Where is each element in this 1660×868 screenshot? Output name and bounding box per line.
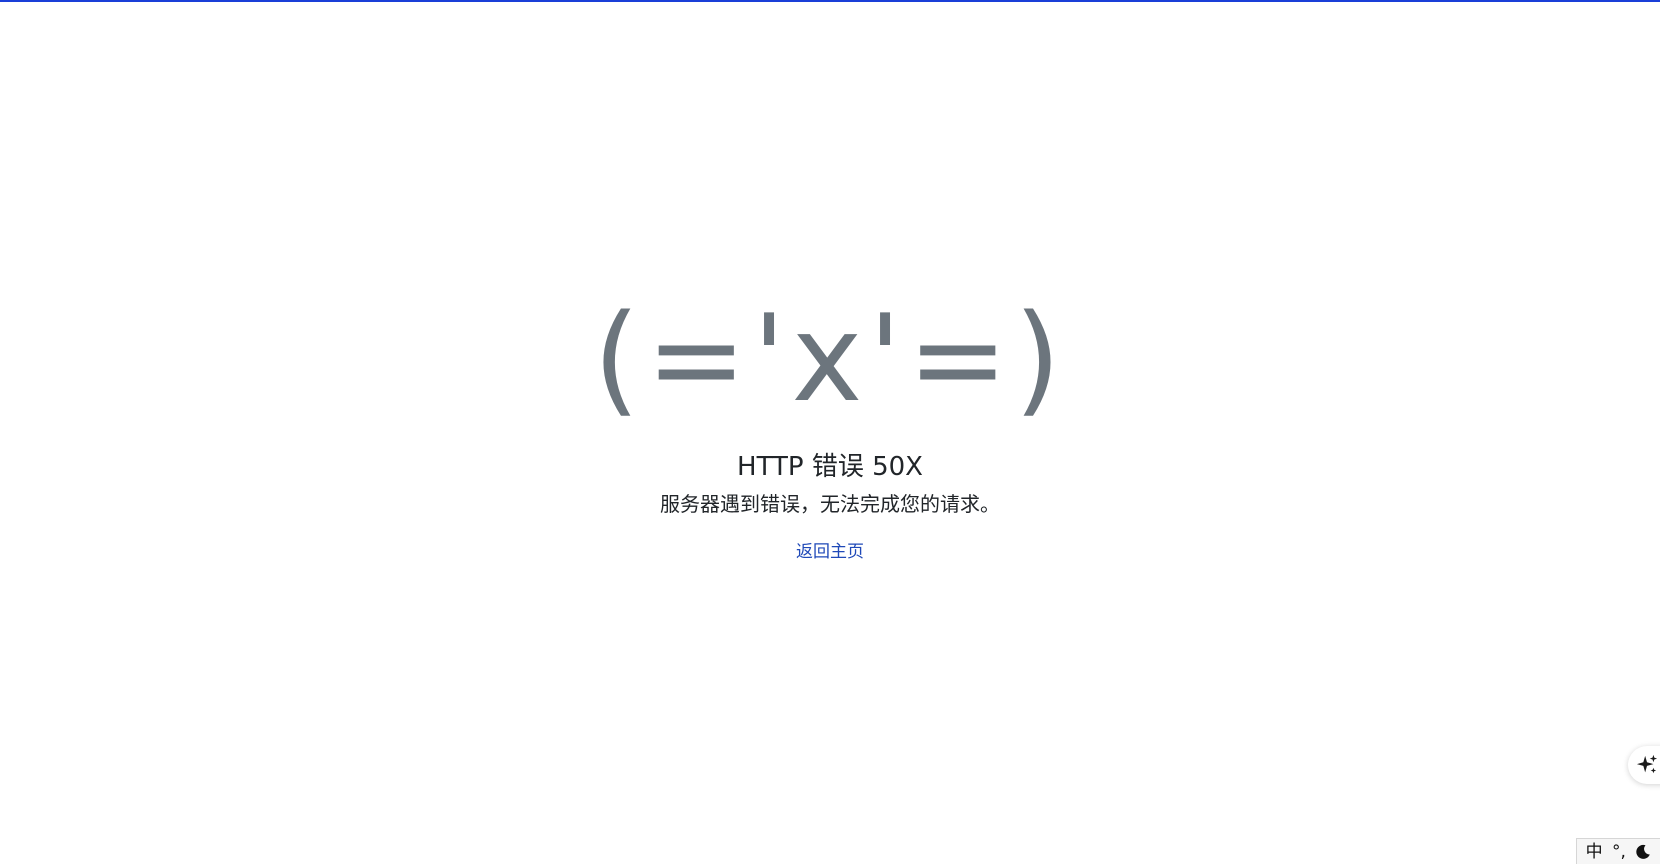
moon-icon[interactable]: [1635, 844, 1651, 860]
assistant-button[interactable]: [1628, 746, 1660, 784]
error-page: (='x'=) HTTP 错误 50X 服务器遇到错误，无法完成您的请求。 返回…: [0, 0, 1660, 868]
ime-language-toggle[interactable]: 中: [1586, 842, 1603, 862]
error-title: HTTP 错误 50X: [737, 452, 923, 482]
error-face-emoticon: (='x'=): [593, 290, 1067, 429]
ime-punctuation-toggle[interactable]: °,: [1612, 842, 1626, 862]
back-to-home-link[interactable]: 返回主页: [796, 540, 864, 564]
loading-progress-bar: [0, 0, 1660, 2]
sparkle-icon: [1636, 754, 1658, 776]
ime-toolbar: 中 °,: [1576, 838, 1660, 864]
error-message: 服务器遇到错误，无法完成您的请求。: [660, 492, 1000, 516]
error-block: (='x'=) HTTP 错误 50X 服务器遇到错误，无法完成您的请求。 返回…: [0, 292, 1660, 564]
